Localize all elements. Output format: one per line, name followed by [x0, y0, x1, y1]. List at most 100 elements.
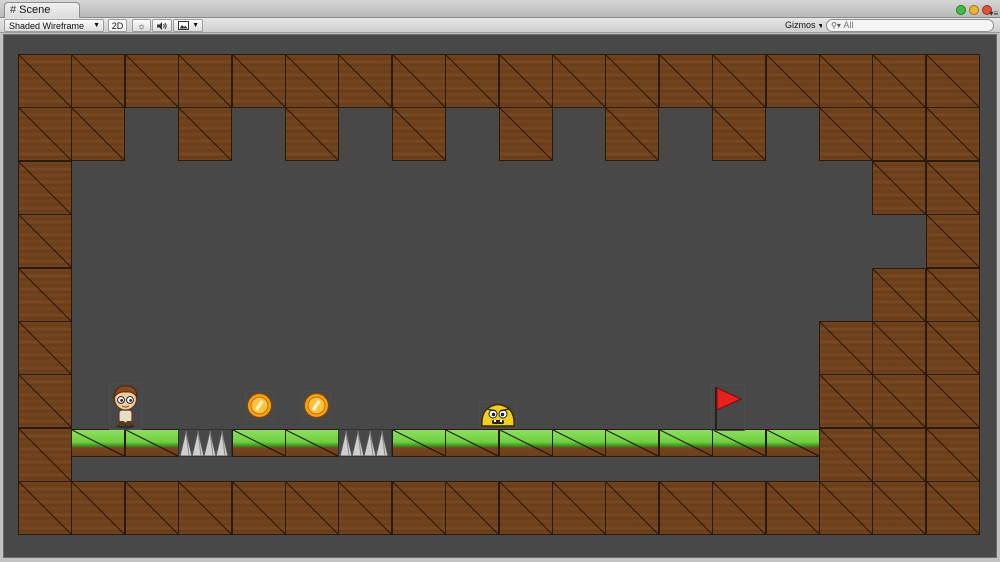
dirt-tile	[18, 481, 72, 536]
dirt-tile	[18, 54, 72, 108]
dirt-tile	[819, 481, 873, 536]
grass-tile	[658, 428, 713, 457]
dirt-tile	[925, 54, 980, 108]
dirt-tile	[872, 54, 927, 108]
dirt-tile	[231, 481, 286, 536]
dirt-tile	[285, 107, 339, 162]
dirt-tile	[872, 321, 927, 375]
dirt-tile	[765, 54, 820, 108]
grass-tile	[765, 428, 820, 457]
dirt-tile	[605, 107, 660, 162]
dirt-tile	[819, 321, 873, 375]
dirt-tile	[124, 54, 179, 108]
speaker-icon	[157, 22, 167, 30]
player-character[interactable]	[109, 383, 142, 430]
dirt-tile	[712, 54, 767, 108]
dirt-tile	[231, 54, 286, 108]
dirt-tile	[712, 107, 767, 162]
window-controls	[953, 2, 992, 15]
scene-toolbar: Shaded Wireframe ▼ 2D ☼ ▼ Gizmos ▼ ⚲▾	[0, 18, 1000, 33]
draw-mode-dropdown[interactable]: Shaded Wireframe ▼	[4, 19, 104, 32]
dirt-tile	[285, 481, 339, 536]
dirt-tile	[925, 214, 980, 269]
dirt-tile	[819, 427, 873, 482]
gizmos-dropdown[interactable]: Gizmos ▼	[782, 19, 822, 32]
goal-flag[interactable]	[711, 384, 745, 431]
dirt-tile	[925, 374, 980, 429]
grass-tile	[285, 428, 339, 457]
dirt-tile	[178, 54, 233, 108]
dirt-tile	[124, 481, 179, 536]
grass-tile	[391, 428, 446, 457]
grass-tile	[71, 428, 126, 457]
blob-enemy[interactable]	[479, 401, 517, 429]
level-layout	[4, 35, 996, 557]
dirt-tile	[338, 481, 393, 536]
chevron-down-icon: ▼	[192, 22, 199, 29]
dirt-tile	[498, 54, 553, 108]
draw-mode-label: Shaded Wireframe	[9, 21, 85, 31]
dirt-tile	[178, 107, 233, 162]
dirt-tile	[872, 427, 927, 482]
dirt-tile	[285, 54, 339, 108]
search-icon: ⚲▾	[831, 21, 841, 30]
chevron-down-icon: ▼	[93, 22, 100, 29]
dirt-tile	[765, 481, 820, 536]
tab-scene[interactable]: # Scene	[4, 2, 80, 18]
grass-tile	[605, 428, 660, 457]
spike-trap	[178, 428, 233, 457]
grass-tile	[712, 428, 767, 457]
grass-tile	[552, 428, 606, 457]
grass-tile	[231, 428, 286, 457]
dirt-tile	[18, 427, 72, 482]
dirt-tile	[18, 374, 72, 429]
dirt-tile	[925, 321, 980, 375]
dirt-tile	[712, 481, 767, 536]
tab-bar: # Scene ▾≡	[0, 0, 1000, 18]
scene-grid-icon: #	[10, 4, 17, 16]
dirt-tile	[552, 54, 606, 108]
search-field[interactable]: ⚲▾	[826, 19, 994, 32]
dirt-tile	[658, 54, 713, 108]
sun-icon: ☼	[137, 21, 146, 31]
dirt-tile	[605, 481, 660, 536]
grass-tile	[124, 428, 179, 457]
search-input[interactable]	[843, 20, 984, 30]
dirt-tile	[819, 107, 873, 162]
effects-dropdown[interactable]: ▼	[173, 19, 203, 32]
window-zoom-button[interactable]	[956, 5, 966, 15]
scene-viewport[interactable]	[3, 34, 997, 558]
dirt-tile	[391, 107, 446, 162]
coin[interactable]	[245, 391, 274, 420]
coin[interactable]	[302, 391, 331, 420]
dirt-tile	[925, 107, 980, 162]
grass-tile	[498, 428, 553, 457]
dirt-tile	[605, 54, 660, 108]
tab-menu-icon[interactable]: ▾≡	[989, 10, 998, 18]
dirt-tile	[819, 54, 873, 108]
dirt-tile	[18, 214, 72, 269]
dirt-tile	[498, 107, 553, 162]
dirt-tile	[178, 481, 233, 536]
dirt-tile	[445, 54, 500, 108]
dirt-tile	[925, 160, 980, 215]
grass-tile	[445, 428, 500, 457]
dirt-tile	[925, 267, 980, 322]
lighting-toggle[interactable]: ☼	[132, 19, 151, 32]
dirt-tile	[872, 160, 927, 215]
dirt-tile	[658, 481, 713, 536]
dirt-tile	[925, 481, 980, 536]
dirt-tile	[872, 481, 927, 536]
dirt-tile	[391, 54, 446, 108]
gizmos-label: Gizmos	[785, 20, 816, 30]
dirt-tile	[71, 54, 126, 108]
tab-scene-label: Scene	[19, 4, 51, 16]
dirt-tile	[445, 481, 500, 536]
dirt-tile	[552, 481, 606, 536]
dirt-tile	[18, 321, 72, 375]
audio-toggle[interactable]	[152, 19, 172, 32]
dirt-tile	[872, 107, 927, 162]
window-minimize-button[interactable]	[969, 5, 979, 15]
image-icon	[178, 21, 189, 30]
mode-2d-toggle[interactable]: 2D	[108, 19, 127, 32]
